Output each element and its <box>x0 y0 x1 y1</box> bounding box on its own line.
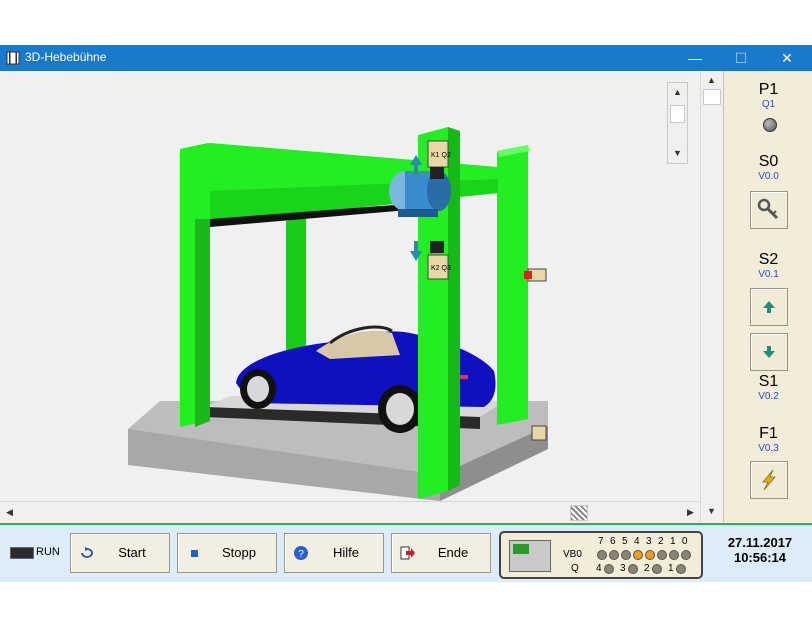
s2-up-button[interactable] <box>750 288 788 326</box>
f1-name: F1 <box>759 425 778 442</box>
scene-scroll-thumb[interactable] <box>670 105 685 123</box>
scene-viewport[interactable]: K1 Q2 K2 Q3 <box>0 71 700 501</box>
horizontal-scrollbar[interactable]: ◀ ▶ <box>0 501 700 523</box>
vertical-scroll-thumb[interactable] <box>703 89 721 105</box>
time: 10:56:14 <box>733 550 787 565</box>
minimize-button[interactable]: — <box>672 45 718 71</box>
vb0-led-4 <box>633 550 643 560</box>
key-icon <box>757 198 779 220</box>
back-right-post <box>497 145 528 425</box>
date: 27.11.2017 <box>727 535 793 550</box>
exit-label: Ende <box>437 545 469 560</box>
clock: 27.11.2017 10:56:14 <box>712 535 808 565</box>
vb0-led-6 <box>609 550 619 560</box>
q-led-2 <box>652 564 662 574</box>
scroll-right-icon[interactable]: ▶ <box>682 504 699 521</box>
s1-name: S1 <box>758 373 779 390</box>
vb0-led-2 <box>657 550 667 560</box>
arrow-up-icon <box>763 301 775 313</box>
vertical-scrollbar[interactable]: ▲ ▼ <box>700 71 723 522</box>
bit-2: 2 <box>658 536 664 547</box>
down-button[interactable] <box>750 333 788 371</box>
scene-scroll-up-icon[interactable]: ▲ <box>669 84 686 101</box>
q-bit-4: 4 <box>596 563 602 574</box>
run-label: RUN <box>36 546 60 558</box>
s2-name: S2 <box>758 251 779 268</box>
close-button[interactable]: ✕ <box>764 45 810 71</box>
bit-5: 5 <box>622 536 628 547</box>
scroll-down-icon[interactable]: ▼ <box>703 503 720 520</box>
stop-label: Stopp <box>222 545 256 560</box>
arrow-down-icon <box>763 346 775 358</box>
q-bit-3: 3 <box>620 563 626 574</box>
title-bar: 3D-Hebebühne — ☐ ✕ <box>0 45 812 71</box>
p1-lamp-icon <box>763 118 777 132</box>
p1-addr: Q1 <box>761 99 776 110</box>
lightning-icon <box>762 469 776 491</box>
s0-key-button[interactable] <box>750 191 788 229</box>
f1-addr: V0.3 <box>758 443 779 454</box>
p1-signal: P1 Q1 <box>724 81 812 110</box>
side-sensor-bottom <box>531 425 547 441</box>
bottom-toolbar: RUN Start Stopp ? Hilfe Ende 7 6 5 4 3 2… <box>0 523 812 582</box>
q-led-3 <box>628 564 638 574</box>
f1-fault-button[interactable] <box>750 461 788 499</box>
bit-7: 7 <box>598 536 604 547</box>
exit-arrow-icon <box>400 546 415 560</box>
top-switch-label: K1 Q2 <box>431 152 451 159</box>
bit-0: 0 <box>682 536 688 547</box>
vb0-led-5 <box>621 550 631 560</box>
q-bit-2: 2 <box>644 563 650 574</box>
scene-scroll-down-icon[interactable]: ▼ <box>669 145 686 162</box>
bit-1: 1 <box>670 536 676 547</box>
s2-addr: V0.1 <box>758 269 779 280</box>
vb0-label: VB0 <box>563 549 582 560</box>
vb0-led-3 <box>645 550 655 560</box>
plc-unit-icon <box>509 540 551 572</box>
start-label: Start <box>118 545 146 560</box>
app-icon <box>6 51 20 65</box>
s1-addr: V0.2 <box>758 391 779 402</box>
signal-panel: P1 Q1 S0 V0.0 S2 V0.1 S1 V0.2 F1 V0.3 <box>723 71 812 522</box>
stop-square-icon <box>191 550 198 557</box>
bit-4: 4 <box>634 536 640 547</box>
scene-vscroll[interactable]: ▲ ▼ <box>667 82 688 164</box>
run-indicator <box>10 547 34 559</box>
s0-signal: S0 V0.0 <box>724 153 812 182</box>
sensor-red-lamp <box>524 271 532 279</box>
f1-signal: F1 V0.3 <box>724 425 812 454</box>
q-bit-1: 1 <box>668 563 674 574</box>
app-window: 3D-Hebebühne — ☐ ✕ K1 Q2 K2 Q3 ▲ ▼ ▲ ▼ ◀… <box>0 45 812 582</box>
s0-name: S0 <box>758 153 779 170</box>
lift-scene: K1 Q2 K2 Q3 <box>128 127 548 501</box>
window-title: 3D-Hebebühne <box>25 50 107 64</box>
q-led-4 <box>604 564 614 574</box>
bottom-switch-label: K2 Q3 <box>431 265 451 272</box>
vb0-led-7 <box>597 550 607 560</box>
plc-status: 7 6 5 4 3 2 1 0 VB0 Q 4 3 2 1 <box>499 531 703 579</box>
cycle-icon <box>81 547 93 558</box>
horizontal-scroll-thumb[interactable] <box>570 505 588 521</box>
vb0-led-0 <box>681 550 691 560</box>
start-button[interactable]: Start <box>70 533 170 573</box>
help-label: Hilfe <box>332 545 359 560</box>
exit-button[interactable]: Ende <box>391 533 491 573</box>
stop-button[interactable]: Stopp <box>177 533 277 573</box>
bit-3: 3 <box>646 536 652 547</box>
q-label: Q <box>571 563 579 574</box>
s1-signal: S1 V0.2 <box>724 373 812 402</box>
help-button[interactable]: ? Hilfe <box>284 533 384 573</box>
q-led-1 <box>676 564 686 574</box>
help-icon: ? <box>294 546 308 560</box>
bit-6: 6 <box>610 536 616 547</box>
vb0-led-1 <box>669 550 679 560</box>
scroll-up-icon[interactable]: ▲ <box>703 72 720 89</box>
svg-text:?: ? <box>298 549 304 560</box>
s2-signal: S2 V0.1 <box>724 251 812 280</box>
s0-addr: V0.0 <box>758 171 779 182</box>
scroll-left-icon[interactable]: ◀ <box>1 504 18 521</box>
p1-name: P1 <box>758 81 779 98</box>
maximize-button[interactable]: ☐ <box>718 45 764 71</box>
